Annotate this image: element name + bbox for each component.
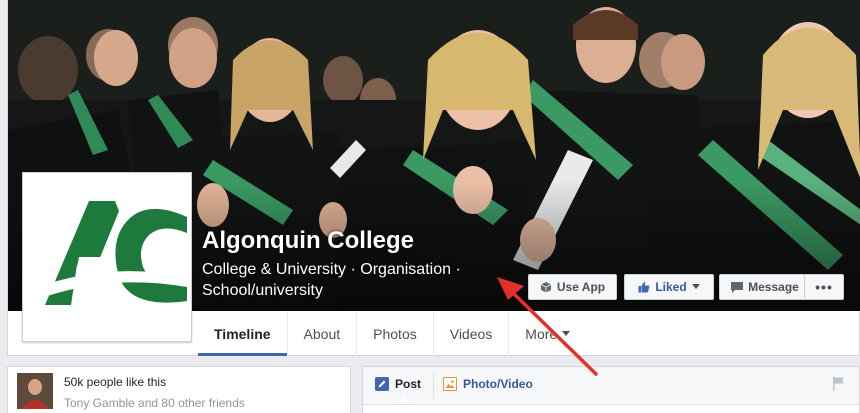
facebook-page: Algonquin College College & University ·… xyxy=(0,0,860,413)
post-composer: Post Photo/Video xyxy=(362,366,860,413)
composer-tab-photo[interactable]: Photo/Video xyxy=(443,377,533,391)
page-header-card: Algonquin College College & University ·… xyxy=(7,0,860,356)
tab-timeline[interactable]: Timeline xyxy=(198,312,288,356)
tab-label: More xyxy=(525,326,558,342)
photo-icon xyxy=(443,377,457,391)
tab-videos[interactable]: Videos xyxy=(434,312,510,356)
friend-avatar[interactable] xyxy=(17,373,53,409)
page-category-line2[interactable]: School/university xyxy=(202,282,323,299)
tab-about[interactable]: About xyxy=(288,312,358,356)
college-logo xyxy=(27,177,187,337)
liked-button[interactable]: Liked xyxy=(624,274,714,300)
page-category-line1[interactable]: College & University · Organisation · xyxy=(202,261,461,278)
composer-divider xyxy=(433,373,434,399)
ac-logo-icon xyxy=(27,177,187,337)
profile-picture[interactable] xyxy=(22,172,192,342)
flag-icon-glyph xyxy=(833,377,844,391)
likes-count[interactable]: 50k people like this xyxy=(64,375,166,389)
use-app-button[interactable]: Use App xyxy=(528,274,617,300)
page-category: College & University · Organisation · Sc… xyxy=(202,259,512,301)
message-button[interactable]: Message xyxy=(719,274,811,300)
pencil-icon xyxy=(375,377,389,391)
use-app-label: Use App xyxy=(556,280,606,294)
more-options-button[interactable]: ••• xyxy=(804,274,844,300)
post-label: Post xyxy=(395,377,422,391)
composer-tab-post[interactable]: Post xyxy=(375,377,421,391)
tab-label: Photos xyxy=(373,326,417,342)
tab-more[interactable]: More xyxy=(509,312,586,356)
liked-label: Liked xyxy=(655,280,687,294)
likes-card: 50k people like this Tony Gamble and 80 … xyxy=(7,366,351,413)
page-title[interactable]: Algonquin College xyxy=(202,227,414,255)
friends-who-like[interactable]: Tony Gamble and 80 other friends xyxy=(64,396,245,410)
tab-label: Videos xyxy=(449,326,493,342)
tab-photos[interactable]: Photos xyxy=(357,312,434,356)
more-options-icon: ••• xyxy=(815,279,833,295)
chevron-down-icon xyxy=(562,331,571,336)
message-label: Message xyxy=(748,280,799,294)
page-tabs: Timeline About Photos Videos More xyxy=(198,312,586,356)
composer-caret xyxy=(397,397,411,404)
cube-icon xyxy=(540,282,552,293)
chat-icon xyxy=(731,281,744,293)
avatar-image xyxy=(17,373,53,409)
thumbs-up-icon xyxy=(638,281,650,293)
caret-down-icon xyxy=(691,284,700,289)
composer-body[interactable] xyxy=(363,404,859,413)
tab-label: About xyxy=(303,326,341,342)
flag-icon[interactable] xyxy=(833,377,845,396)
tab-label: Timeline xyxy=(214,326,271,342)
photo-label: Photo/Video xyxy=(463,377,533,391)
